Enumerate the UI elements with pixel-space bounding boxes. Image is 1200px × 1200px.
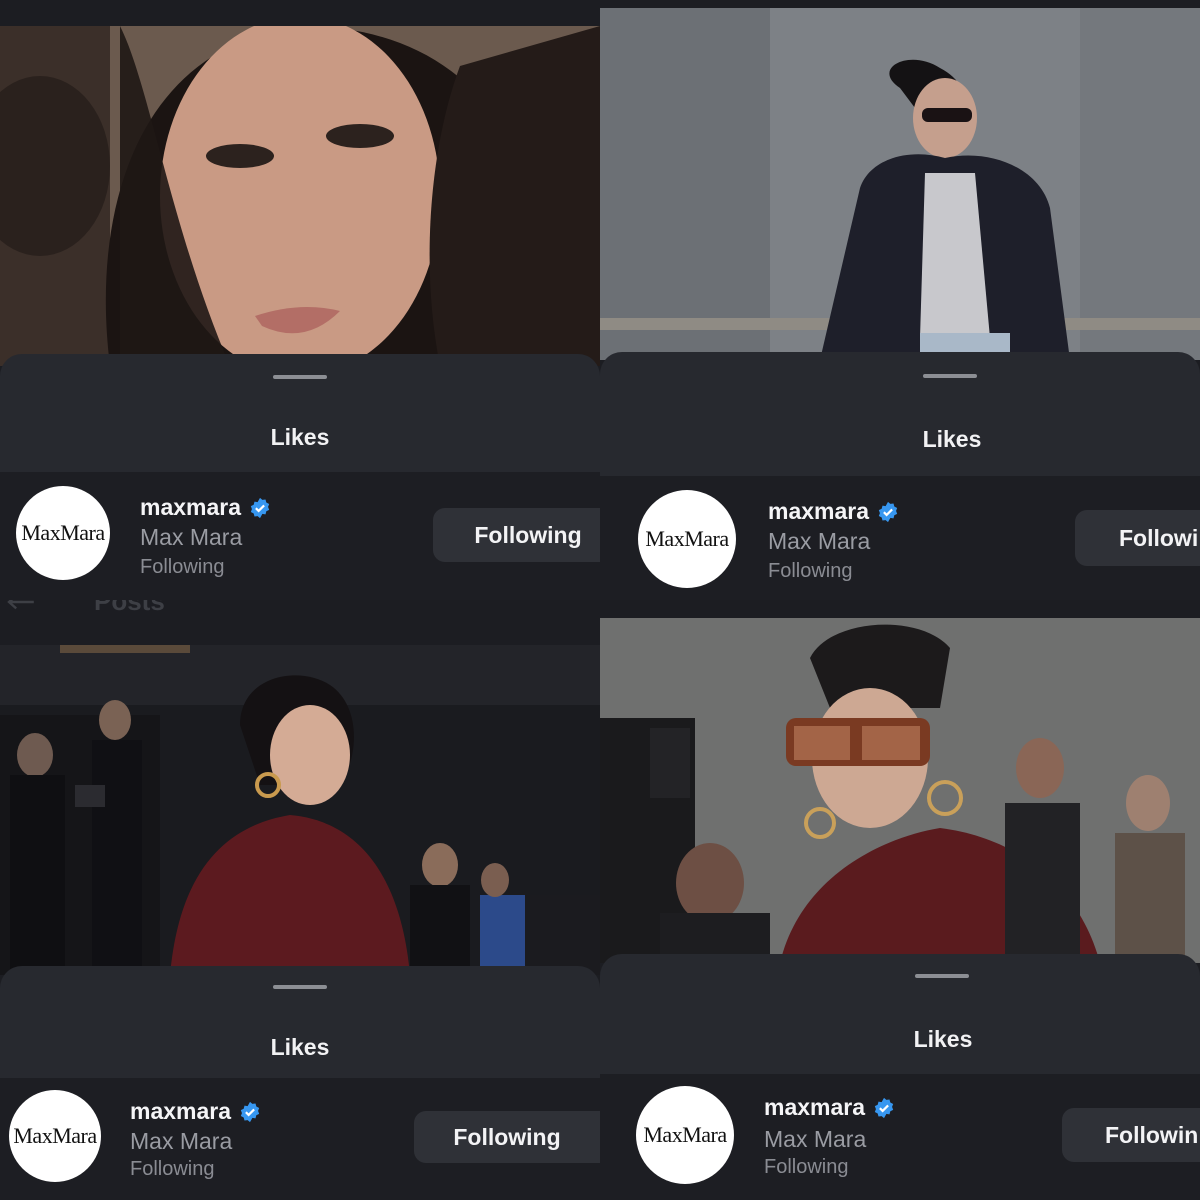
follow-status: Following (130, 1158, 215, 1180)
following-button[interactable]: Following (433, 508, 600, 562)
follow-status: Following (764, 1156, 849, 1178)
drag-handle[interactable] (273, 375, 327, 379)
likes-sheet: Likes MaxMara maxmara Max Mara Following… (0, 966, 600, 1200)
screenshot-panel-1: Likes MaxMara maxmara Max Mara Following… (0, 0, 600, 600)
account-row[interactable]: MaxMara maxmara Max Mara Following Follo… (0, 472, 600, 600)
likes-title: Likes (913, 1026, 973, 1052)
follow-status: Following (140, 556, 225, 578)
posts-header-title: Posts (94, 600, 165, 616)
likes-title: Likes (270, 424, 330, 450)
verified-badge-icon (250, 497, 270, 518)
posts-header: Posts (0, 600, 600, 645)
following-button[interactable]: Following (414, 1111, 600, 1163)
avatar[interactable]: MaxMara (16, 486, 110, 580)
likes-sheet: Likes MaxMara maxmara Max Mara Following… (0, 354, 600, 600)
likes-sheet: Likes MaxMara maxmara Max Mara Following… (600, 954, 1200, 1200)
avatar[interactable]: MaxMara (638, 490, 736, 588)
avatar-logo: MaxMara (13, 1123, 97, 1148)
full-name: Max Mara (768, 528, 871, 554)
verified-badge-icon (874, 1097, 894, 1118)
username[interactable]: maxmara (764, 1094, 895, 1121)
likes-title: Likes (922, 426, 982, 452)
full-name: Max Mara (764, 1126, 867, 1152)
account-row[interactable]: MaxMara maxmara Max Mara Following Follo… (600, 476, 1200, 600)
username-text: maxmara (764, 1094, 866, 1120)
post-photo-event (0, 645, 600, 975)
drag-handle[interactable] (923, 374, 978, 378)
post-photo-blazer (600, 8, 1200, 360)
username[interactable]: maxmara (140, 494, 271, 521)
back-arrow-icon[interactable] (2, 600, 40, 610)
username-text: maxmara (130, 1098, 232, 1124)
avatar[interactable]: MaxMara (9, 1090, 101, 1182)
avatar-logo: MaxMara (643, 1122, 727, 1147)
full-name: Max Mara (130, 1128, 233, 1154)
screenshot-panel-2: Likes MaxMara maxmara Max Mara Following… (600, 0, 1200, 600)
verified-badge-icon (240, 1101, 260, 1122)
post-photo-portrait (0, 26, 600, 366)
avatar-logo: MaxMara (21, 520, 105, 545)
verified-badge-icon (878, 501, 898, 522)
likes-sheet: Likes MaxMara maxmara Max Mara Following… (600, 352, 1200, 600)
username[interactable]: maxmara (768, 498, 899, 525)
avatar-logo: MaxMara (645, 526, 729, 551)
post-photo-front-row (600, 618, 1200, 963)
full-name: Max Mara (140, 524, 243, 550)
likes-title: Likes (270, 1034, 330, 1060)
screenshot-panel-4: Likes MaxMara maxmara Max Mara Following… (600, 600, 1200, 1200)
avatar[interactable]: MaxMara (636, 1086, 734, 1184)
username[interactable]: maxmara (130, 1098, 261, 1125)
follow-status: Following (768, 560, 853, 582)
drag-handle[interactable] (915, 974, 969, 978)
username-text: maxmara (140, 494, 242, 520)
account-row[interactable]: MaxMara maxmara Max Mara Following Follo… (600, 1074, 1200, 1200)
drag-handle[interactable] (273, 985, 327, 989)
account-row[interactable]: MaxMara maxmara Max Mara Following Follo… (0, 1078, 600, 1200)
following-button[interactable]: Followi (1075, 510, 1200, 566)
following-button[interactable]: Followin (1062, 1108, 1200, 1162)
screenshot-panel-3: Posts Likes MaxMara maxmara Max Mara Fol… (0, 600, 600, 1200)
username-text: maxmara (768, 498, 870, 524)
